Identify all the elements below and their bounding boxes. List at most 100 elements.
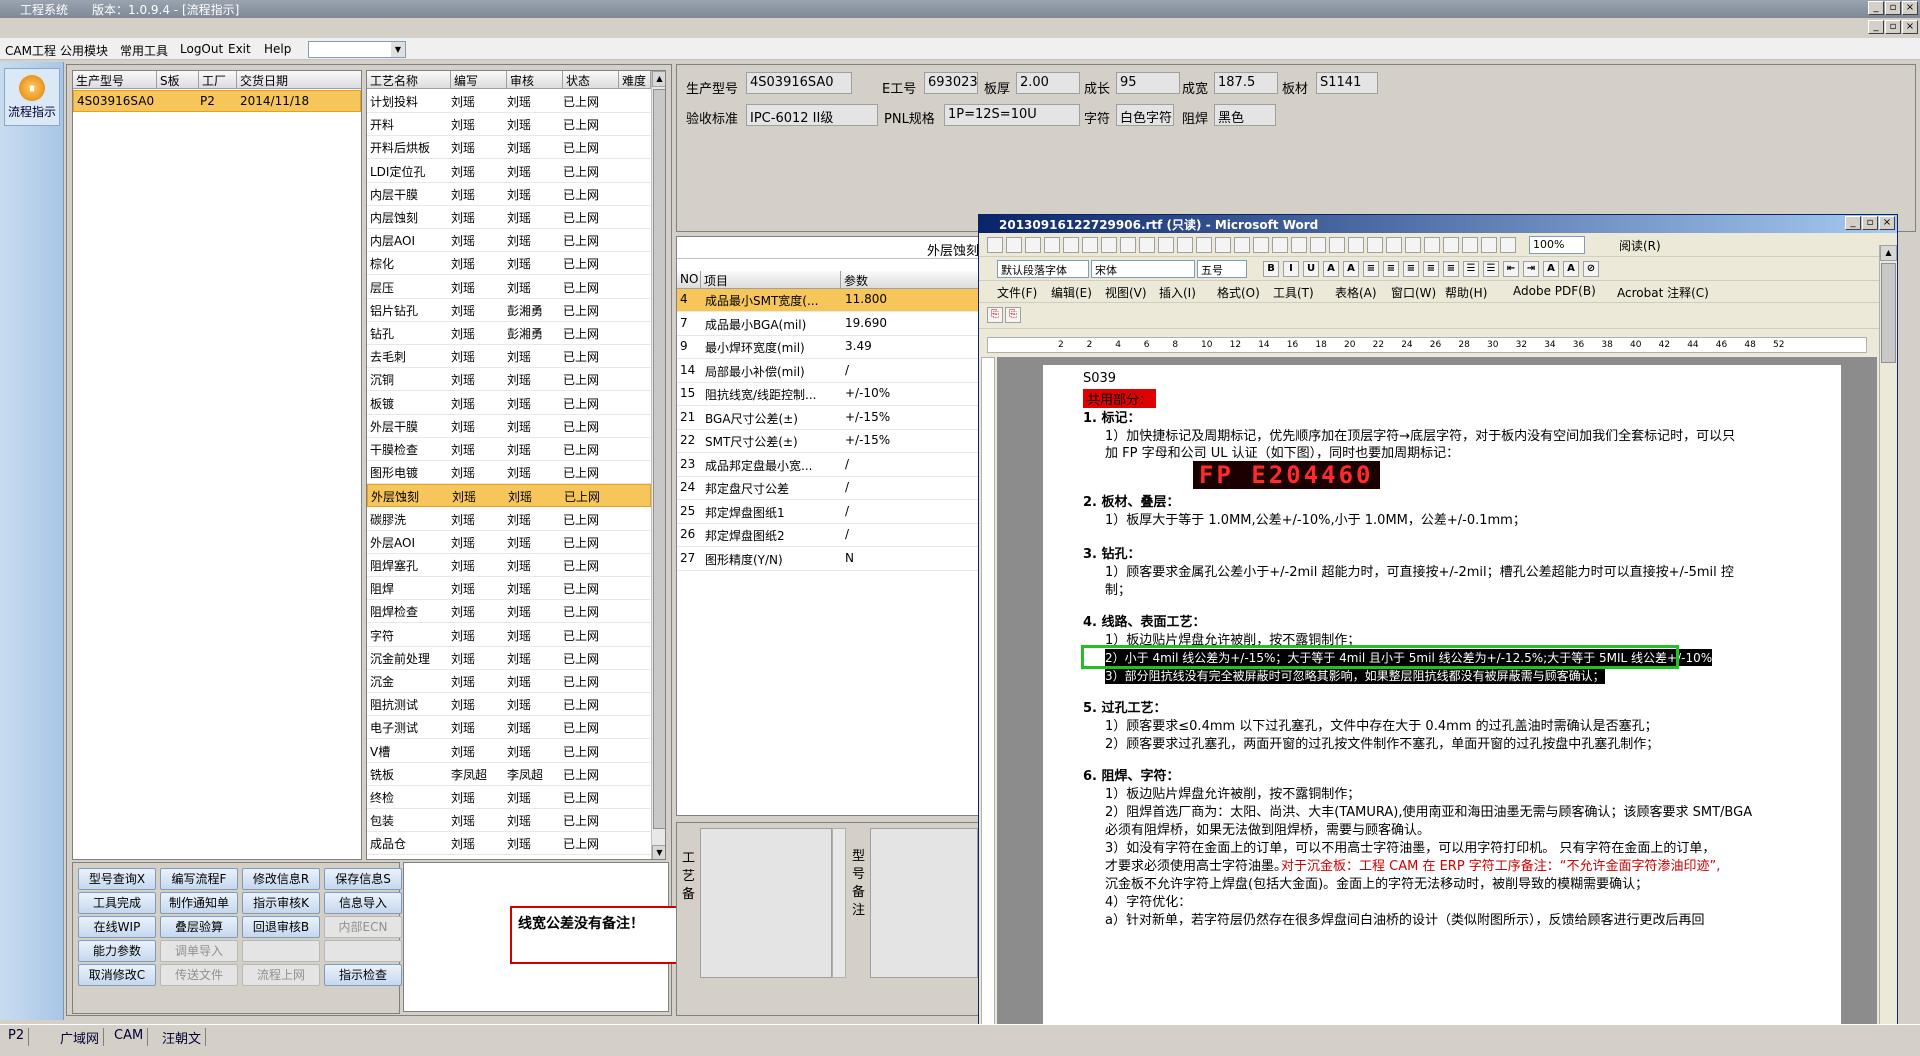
table-row[interactable]: 沉金前处理 刘瑶 刘瑶 已上网 xyxy=(367,647,651,670)
format-icon[interactable]: ≡ xyxy=(1423,261,1439,277)
word-vscrollbar[interactable]: ▲ ▼ xyxy=(1879,245,1897,1045)
word-menu-item[interactable]: 工具(T) xyxy=(1273,284,1314,301)
table-row[interactable]: 钻孔 刘瑶 彭湘勇 已上网 xyxy=(367,322,651,345)
scroll-up-icon[interactable]: ▲ xyxy=(652,71,665,87)
action-button[interactable]: 工具完成 xyxy=(78,892,156,914)
toolbar-icon[interactable] xyxy=(1177,237,1193,253)
mdi-minimize-button[interactable]: _ xyxy=(1868,20,1884,34)
col-header[interactable]: 审核 xyxy=(507,71,563,89)
format-icon[interactable]: ≡ xyxy=(1443,261,1459,277)
word-menu-item[interactable]: 文件(F) xyxy=(997,284,1037,301)
table-row[interactable]: 图形电镀 刘瑶 刘瑶 已上网 xyxy=(367,461,651,485)
toolbar-icon[interactable] xyxy=(1367,237,1383,253)
col-header[interactable]: NO xyxy=(677,271,701,289)
table-row[interactable]: 碳膠洗 刘瑶 刘瑶 已上网 xyxy=(367,508,651,531)
pdf-icon[interactable]: ⎘ xyxy=(987,307,1003,323)
info-field[interactable]: 95 xyxy=(1116,72,1180,94)
restore-button[interactable]: ▫ xyxy=(1885,1,1901,15)
word-menu-item[interactable]: 插入(I) xyxy=(1159,284,1196,301)
table-row[interactable]: 26 邦定焊盘图纸2 / xyxy=(677,524,987,547)
action-button[interactable]: 在线WIP xyxy=(78,916,156,938)
action-button[interactable] xyxy=(242,940,320,962)
status-network[interactable]: 广域网 xyxy=(56,1028,105,1047)
scroll-thumb[interactable] xyxy=(1881,263,1896,363)
word-restore-button[interactable]: ▫ xyxy=(1862,216,1878,230)
table-row[interactable]: 沉金 刘瑶 刘瑶 已上网 xyxy=(367,670,651,693)
action-button[interactable]: 能力参数 xyxy=(78,940,156,962)
read-button[interactable]: 阅读(R) xyxy=(1619,237,1661,254)
format-icon[interactable]: ⇤ xyxy=(1503,261,1519,277)
info-field[interactable]: IPC-6012 II级 xyxy=(746,104,878,126)
action-button[interactable]: 修改信息R xyxy=(242,868,320,890)
action-button[interactable]: 传送文件 xyxy=(160,964,238,986)
action-button[interactable]: 取消修改C xyxy=(78,964,156,986)
table-row[interactable]: 24 邦定盘尺寸公差 / xyxy=(677,477,987,500)
table-row[interactable]: 14 局部最小补偿(mil) / xyxy=(677,360,987,383)
pdf-comment-icon[interactable]: ⎘ xyxy=(1005,307,1021,323)
info-field[interactable]: 1P=12S=10U xyxy=(944,104,1080,126)
word-close-button[interactable]: × xyxy=(1879,216,1895,230)
table-row[interactable]: 9 最小焊环宽度(mil) 3.49 xyxy=(677,336,987,359)
format-icon[interactable]: ≡ xyxy=(1403,261,1419,277)
format-icon[interactable]: U xyxy=(1303,261,1319,277)
format-icon[interactable]: ☰ xyxy=(1463,261,1479,277)
col-header[interactable]: 项目 xyxy=(701,271,841,289)
info-field[interactable]: 4S03916SA0 xyxy=(746,72,852,94)
info-field[interactable]: 白色字符 xyxy=(1116,104,1174,126)
col-header[interactable]: S板 xyxy=(157,71,199,89)
word-menu-item[interactable]: 视图(V) xyxy=(1105,284,1147,301)
table-row[interactable]: 板镀 刘瑶 刘瑶 已上网 xyxy=(367,392,651,415)
toolbar-icon[interactable] xyxy=(1025,237,1041,253)
toolbar-icon[interactable] xyxy=(1405,237,1421,253)
table-row[interactable]: 干膜检查 刘瑶 刘瑶 已上网 xyxy=(367,438,651,461)
toolbar-icon[interactable] xyxy=(987,237,1003,253)
mdi-close-button[interactable]: × xyxy=(1902,20,1918,34)
menu-common[interactable]: 公用模块 xyxy=(60,42,108,59)
toolbar-icon[interactable] xyxy=(1120,237,1136,253)
table-row[interactable]: 内层干膜 刘瑶 刘瑶 已上网 xyxy=(367,183,651,206)
table-row[interactable]: 7 成品最小BGA(mil) 19.690 xyxy=(677,313,987,336)
zoom-select[interactable]: 100% xyxy=(1529,236,1585,254)
table-row[interactable]: 计划投料 刘瑶 刘瑶 已上网 xyxy=(367,90,651,113)
table-row[interactable]: V槽 刘瑶 刘瑶 已上网 xyxy=(367,740,651,763)
table-row[interactable]: 层压 刘瑶 刘瑶 已上网 xyxy=(367,276,651,299)
mdi-restore-button[interactable]: ▫ xyxy=(1885,20,1901,34)
toolbar-icon[interactable] xyxy=(1082,237,1098,253)
word-menu-item[interactable]: 格式(O) xyxy=(1217,284,1260,301)
col-header[interactable]: 状态 xyxy=(563,71,619,89)
info-field[interactable]: S1141 xyxy=(1316,72,1378,94)
word-menu-item[interactable]: 表格(A) xyxy=(1335,284,1377,301)
table-row[interactable]: 阻焊 刘瑶 刘瑶 已上网 xyxy=(367,577,651,601)
table-row[interactable]: 成品仓 刘瑶 刘瑶 已上网 xyxy=(367,832,651,856)
table-row[interactable]: 外层AOI 刘瑶 刘瑶 已上网 xyxy=(367,531,651,554)
scroll-down-icon[interactable]: ▼ xyxy=(652,845,665,859)
toolbar-icon[interactable] xyxy=(1158,237,1174,253)
word-menu-item[interactable]: 窗口(W) xyxy=(1391,284,1436,301)
col-header[interactable]: 工厂 xyxy=(199,71,237,89)
format-icon[interactable]: ☰ xyxy=(1483,261,1499,277)
status-factory[interactable]: P2 xyxy=(4,1028,30,1046)
col-header[interactable]: 生产型号 xyxy=(73,71,157,89)
col-header[interactable]: 交货日期 xyxy=(237,71,361,89)
scroll-up-icon[interactable]: ▲ xyxy=(1880,245,1897,261)
word-minimize-button[interactable]: _ xyxy=(1845,216,1861,230)
menu-cam[interactable]: CAM工程 xyxy=(5,42,56,59)
table-row[interactable]: 沉铜 刘瑶 刘瑶 已上网 xyxy=(367,368,651,392)
close-button[interactable]: × xyxy=(1902,1,1918,15)
toolbar-icon[interactable] xyxy=(1291,237,1307,253)
toolbar-icon[interactable] xyxy=(1139,237,1155,253)
format-icon[interactable]: ≡ xyxy=(1383,261,1399,277)
style-select[interactable]: 默认段落字体 xyxy=(997,260,1089,278)
toolbar-icon[interactable] xyxy=(1443,237,1459,253)
table-row[interactable]: 15 阻抗线宽/线距控制... +/-10% xyxy=(677,383,987,406)
table-row[interactable]: 外层蚀刻 刘瑶 刘瑶 已上网 xyxy=(367,484,651,508)
table-row[interactable]: 开料 刘瑶 刘瑶 已上网 xyxy=(367,113,651,137)
horizontal-ruler[interactable]: 2 2 4 6 8 10 12 14 16 18 20 22 24 26 28 30 32 34 36 38 40 42 4… xyxy=(987,337,1867,353)
action-button[interactable]: 指示审核K xyxy=(242,892,320,914)
info-field[interactable]: 黑色 xyxy=(1214,104,1276,126)
toolbar-icon[interactable] xyxy=(1348,237,1364,253)
toolbar-icon[interactable] xyxy=(1215,237,1231,253)
table-row[interactable]: 棕化 刘瑶 刘瑶 已上网 xyxy=(367,252,651,276)
status-cam[interactable]: CAM xyxy=(110,1028,149,1046)
format-icon[interactable]: A xyxy=(1543,261,1559,277)
